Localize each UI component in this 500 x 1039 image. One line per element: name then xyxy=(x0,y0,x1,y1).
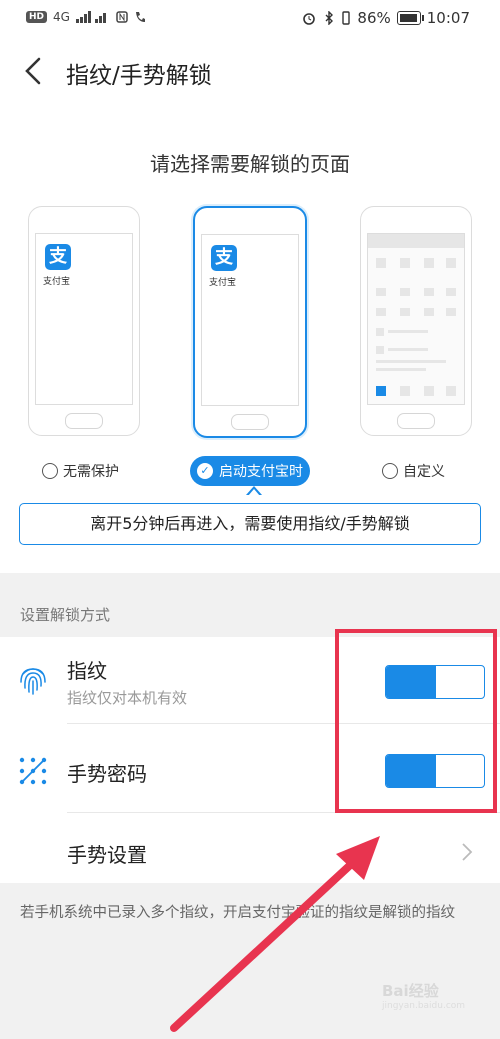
option-label: 自定义 xyxy=(403,464,445,480)
status-right: 86% 10:07 xyxy=(301,9,470,27)
mock-tile xyxy=(376,258,386,268)
mock-tab xyxy=(400,386,410,396)
home-button-shape xyxy=(65,413,103,429)
watermark-sub: jingyan.baidu.com xyxy=(382,1001,466,1011)
chevron-right-icon xyxy=(462,843,473,861)
check-icon: ✓ xyxy=(197,463,213,479)
radio-circle-icon xyxy=(42,463,58,479)
notice-box: 离开5分钟后再进入，需要使用指纹/手势解锁 xyxy=(19,503,481,545)
annotation-highlight-box xyxy=(335,629,497,813)
mock-tile xyxy=(376,308,386,316)
mock-tile xyxy=(424,288,434,296)
page-title: 指纹/手势解锁 xyxy=(66,63,212,89)
mock-tile xyxy=(400,288,410,296)
mock-tile xyxy=(400,258,410,268)
alipay-icon: 支 xyxy=(45,244,71,270)
picker-title: 请选择需要解锁的页面 xyxy=(150,152,350,176)
app-label: 支付宝 xyxy=(43,277,71,287)
mock-tab xyxy=(446,386,456,396)
mock-tile xyxy=(376,328,384,336)
section-title: 设置解锁方式 xyxy=(20,606,111,624)
phone-screen-custom xyxy=(367,233,465,405)
mock-line xyxy=(376,360,446,363)
mock-tab xyxy=(424,386,434,396)
mock-line xyxy=(388,330,428,333)
phone-preview-none[interactable]: 支 支付宝 xyxy=(28,206,140,436)
phone-preview-launch[interactable]: 支 支付宝 xyxy=(193,206,307,438)
network-indicator: 4G xyxy=(53,10,70,24)
signal-icon xyxy=(75,11,106,23)
notice-pointer-inner xyxy=(248,489,260,496)
app-label: 支付宝 xyxy=(209,278,237,288)
gesture-settings-title: 手势设置 xyxy=(67,843,147,867)
annotation-arrow xyxy=(170,836,380,1032)
mock-tile xyxy=(424,308,434,316)
watermark-text: Bai经验 xyxy=(382,982,439,1000)
vibrate-icon xyxy=(342,11,351,25)
phone-screen: 支 支付宝 xyxy=(35,233,133,405)
home-button-shape xyxy=(397,413,435,429)
fingerprint-icon xyxy=(20,668,46,695)
home-button-shape xyxy=(231,414,269,430)
option-on-launch[interactable]: ✓ 启动支付宝时 xyxy=(190,456,310,486)
mock-tile xyxy=(376,288,386,296)
status-left: HD 4G xyxy=(26,10,146,24)
mock-tile xyxy=(446,308,456,316)
gesture-title: 手势密码 xyxy=(67,762,147,786)
nfc-icon xyxy=(116,11,128,23)
battery-icon xyxy=(396,11,424,25)
mock-tile xyxy=(446,288,456,296)
chevron-left-icon[interactable] xyxy=(22,56,44,86)
fingerprint-subtitle: 指纹仅对本机有效 xyxy=(67,689,188,707)
mock-header xyxy=(368,234,464,248)
battery-percent: 86% xyxy=(357,9,391,27)
phone-icon xyxy=(135,12,145,22)
gesture-dots-icon xyxy=(19,757,47,785)
option-no-protection[interactable]: 无需保护 xyxy=(42,461,119,481)
mock-tile xyxy=(424,258,434,268)
mock-tile xyxy=(400,308,410,316)
status-bar: HD 4G 86% 10:07 xyxy=(0,0,500,38)
radio-circle-icon xyxy=(382,463,398,479)
option-label: 启动支付宝时 xyxy=(219,464,303,480)
mock-tile xyxy=(446,258,456,268)
phone-screen: 支 支付宝 xyxy=(201,234,299,406)
phone-preview-custom[interactable] xyxy=(360,206,472,436)
mock-tab-active xyxy=(376,386,386,396)
hd-badge: HD xyxy=(26,11,48,23)
alarm-icon xyxy=(303,13,316,25)
mock-line xyxy=(388,348,428,351)
mock-line xyxy=(376,368,426,371)
option-custom[interactable]: 自定义 xyxy=(382,461,445,481)
option-label: 无需保护 xyxy=(63,464,119,480)
clock: 10:07 xyxy=(426,9,470,27)
mock-tile xyxy=(376,346,384,354)
alipay-icon: 支 xyxy=(211,245,237,271)
watermark: Bai经验 jingyan.baidu.com xyxy=(382,980,465,1011)
bluetooth-icon xyxy=(325,11,334,25)
fingerprint-title: 指纹 xyxy=(67,659,107,683)
